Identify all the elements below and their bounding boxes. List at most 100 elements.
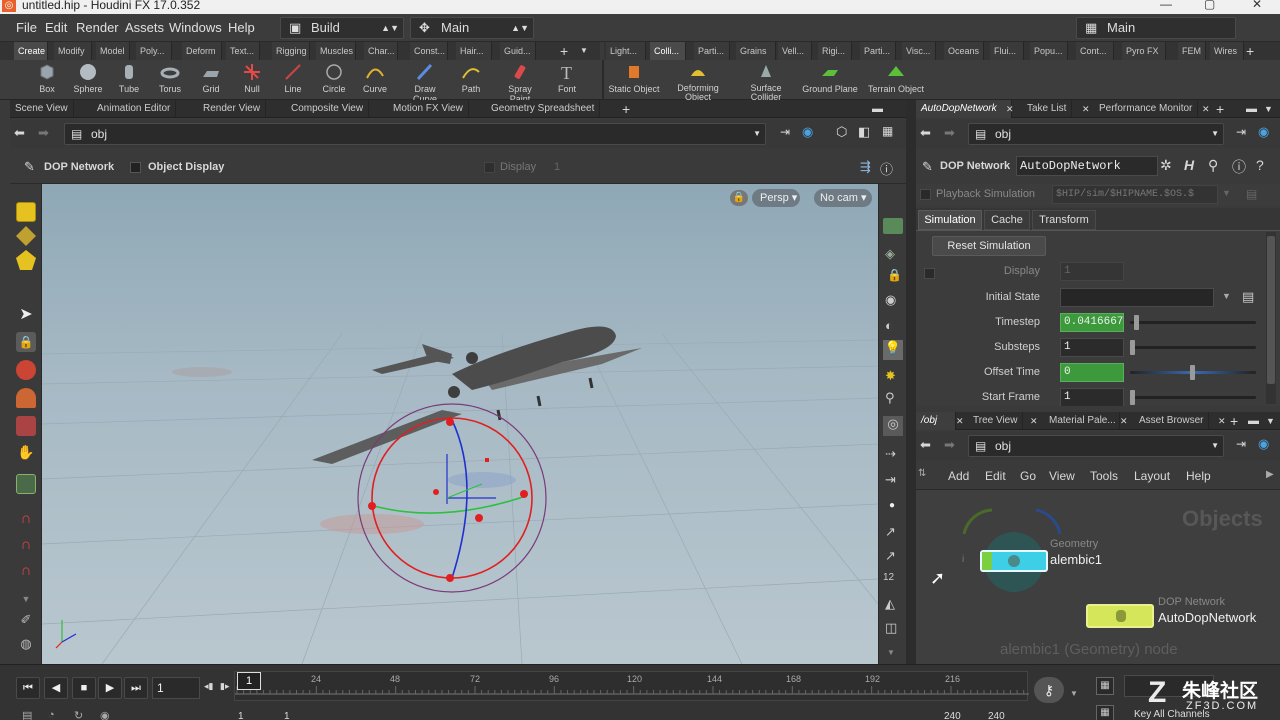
shelf-tab-particles[interactable]: Parti... xyxy=(694,42,730,60)
scene-path-field[interactable]: ▤ obj ▼ xyxy=(64,123,766,145)
edit-tool-icon[interactable] xyxy=(16,226,36,246)
back-arrow-icon[interactable]: ⬅ xyxy=(920,125,931,141)
key-chooser-icon[interactable]: ▦ xyxy=(1096,705,1114,720)
net-menu-go[interactable]: Go xyxy=(1020,469,1036,483)
current-frame-marker[interactable]: 1 xyxy=(237,672,261,690)
playback-path-field[interactable]: $HIP/sim/$HIPNAME.$OS.$ xyxy=(1052,185,1218,204)
key-icon[interactable]: ⚷ xyxy=(1034,677,1064,703)
forward-arrow-icon[interactable]: ➡ xyxy=(944,125,955,141)
shelf-tab-poly[interactable]: Poly... xyxy=(136,42,172,60)
range-start[interactable]: 1 xyxy=(238,711,244,720)
display-checkbox[interactable] xyxy=(484,162,495,173)
point-display-icon[interactable]: ● xyxy=(889,500,895,511)
tool-draw-curve[interactable]: Draw Curve xyxy=(403,62,447,104)
close-tab-icon[interactable]: ✕ xyxy=(1202,100,1210,118)
timeline-options-icon[interactable]: ◉ xyxy=(100,709,110,720)
tab-composite-view[interactable]: Composite View xyxy=(286,100,370,118)
pin-icon[interactable]: ⇥ xyxy=(1236,437,1246,451)
shelf-tab-fluids[interactable]: Flui... xyxy=(990,42,1024,60)
sculpt-icon[interactable]: ◍ xyxy=(16,636,36,656)
chevron-down-icon[interactable]: ▼ xyxy=(1266,412,1275,430)
object-display-checkbox[interactable] xyxy=(130,162,141,173)
param-initial-state-field[interactable] xyxy=(1060,288,1214,307)
tool-surface-collider[interactable]: Surface Collider xyxy=(742,62,790,102)
menu-render[interactable]: Render xyxy=(76,20,119,35)
back-arrow-icon[interactable]: ⬅ xyxy=(920,437,931,453)
visibility-icon[interactable]: ◉ xyxy=(885,292,896,308)
perspective-menu[interactable]: Persp ▾ xyxy=(752,189,800,207)
scrollbar-thumb[interactable] xyxy=(1267,236,1275,384)
scale-tool-icon[interactable] xyxy=(16,416,36,436)
display-options-icon[interactable] xyxy=(883,218,903,234)
node-info-icon[interactable]: i xyxy=(962,554,964,565)
param-start-frame-field[interactable]: 1 xyxy=(1060,388,1124,406)
net-menu-edit[interactable]: Edit xyxy=(985,469,1006,483)
param-scrollbar[interactable] xyxy=(1266,232,1276,404)
arrow-cursor-icon[interactable]: ➤ xyxy=(16,304,36,324)
play-forward-button[interactable]: ▶ xyxy=(98,677,122,699)
node-display-flag[interactable] xyxy=(982,552,992,570)
tool-ground-plane[interactable]: Ground Plane xyxy=(802,62,858,94)
help-h-icon[interactable]: H xyxy=(1184,157,1194,173)
node-name-field[interactable]: AutoDopNetwork xyxy=(1016,156,1158,176)
net-menu-layout[interactable]: Layout xyxy=(1134,469,1170,483)
pose-tool-icon[interactable]: ✋ xyxy=(16,444,36,464)
step-back-icon[interactable]: ◂▮ xyxy=(204,681,213,692)
shelf-tab-viscous[interactable]: Visc... xyxy=(902,42,936,60)
flipbook-icon[interactable]: ⇢ xyxy=(885,446,896,462)
network-editor[interactable]: Objects i ➚ Geometry alembic1 DOP Networ… xyxy=(916,490,1280,664)
shading-icon[interactable]: ◐ xyxy=(885,318,893,333)
shelf-tab-const[interactable]: Const... xyxy=(410,42,448,60)
light-icon[interactable]: ✸ xyxy=(885,368,896,384)
camera-icon[interactable]: ⚲ xyxy=(885,390,895,406)
shelf-tab-guid[interactable]: Guid... xyxy=(500,42,536,60)
tab-simulation[interactable]: Simulation xyxy=(918,210,982,230)
tab-scene-view[interactable]: Scene View xyxy=(10,100,74,118)
tool-path[interactable]: Path xyxy=(451,62,491,94)
info-icon[interactable]: ⓘ xyxy=(1232,157,1246,177)
net-menu-help[interactable]: Help xyxy=(1186,469,1211,483)
search-icon[interactable]: ⚲ xyxy=(1208,157,1218,174)
lock-icon[interactable]: 🔒 xyxy=(16,332,36,352)
timeline-track[interactable]: 1 24 48 72 96 120 144 168 192 216 xyxy=(234,671,1029,701)
chevron-down-icon[interactable]: ▼ xyxy=(1264,100,1273,118)
tab-transform[interactable]: Transform xyxy=(1032,210,1096,230)
shelf-tab-create[interactable]: Create xyxy=(14,42,48,60)
shelf-tab-muscles[interactable]: Muscles xyxy=(316,42,356,60)
link-icon[interactable]: ◉ xyxy=(802,124,813,140)
stop-button[interactable]: ■ xyxy=(72,677,96,699)
audio-icon[interactable]: ▤ xyxy=(22,709,32,720)
tool-spray-paint[interactable]: Spray Paint xyxy=(498,62,542,104)
close-tab-icon[interactable]: ✕ xyxy=(1120,412,1128,430)
menu-assets[interactable]: Assets xyxy=(125,20,164,35)
chevron-down-icon[interactable]: ▼ xyxy=(16,594,36,614)
shape-tool-icon[interactable] xyxy=(16,250,36,270)
chevron-down-icon[interactable]: ▼ xyxy=(1222,188,1231,198)
snap-icon[interactable]: ∩ xyxy=(16,536,36,556)
tab-asset-browser[interactable]: Asset Browser xyxy=(1134,412,1210,430)
camera-menu[interactable]: No cam ▾ xyxy=(814,189,872,207)
shelf-tab-container[interactable]: Cont... xyxy=(1076,42,1114,60)
tab-obj-network[interactable]: /obj xyxy=(916,412,956,430)
shelf-tab-modify[interactable]: Modify xyxy=(54,42,92,60)
shelf-tab-lights[interactable]: Light... xyxy=(606,42,646,60)
offset-time-slider[interactable] xyxy=(1130,365,1256,380)
pane-menu-icon[interactable]: ▦ xyxy=(882,124,893,138)
shelf-tab-model[interactable]: Model xyxy=(96,42,130,60)
shelf-tab-vellum[interactable]: Vell... xyxy=(778,42,812,60)
tab-animation-editor[interactable]: Animation Editor xyxy=(92,100,177,118)
shelf-tab-populate[interactable]: Popu... xyxy=(1030,42,1068,60)
shelf-tab-deform[interactable]: Deform xyxy=(182,42,222,60)
tool-terrain-object[interactable]: Terrain Object xyxy=(866,62,926,94)
shelf-tab-oceans[interactable]: Oceans xyxy=(944,42,984,60)
playback-checkbox[interactable] xyxy=(920,189,931,200)
forward-arrow-icon[interactable]: ➡ xyxy=(38,125,49,141)
close-tab-icon[interactable]: ✕ xyxy=(1030,412,1038,430)
snap-grid-icon[interactable]: ∩ xyxy=(16,562,36,582)
tab-take-list[interactable]: Take List xyxy=(1022,100,1073,118)
close-tab-icon[interactable]: ✕ xyxy=(1082,100,1090,118)
forward-arrow-icon[interactable]: ➡ xyxy=(944,437,955,453)
shelf-tab-fem[interactable]: FEM xyxy=(1178,42,1206,60)
loop-icon[interactable]: ↻ xyxy=(74,709,83,720)
net-menu-view[interactable]: View xyxy=(1049,469,1075,483)
